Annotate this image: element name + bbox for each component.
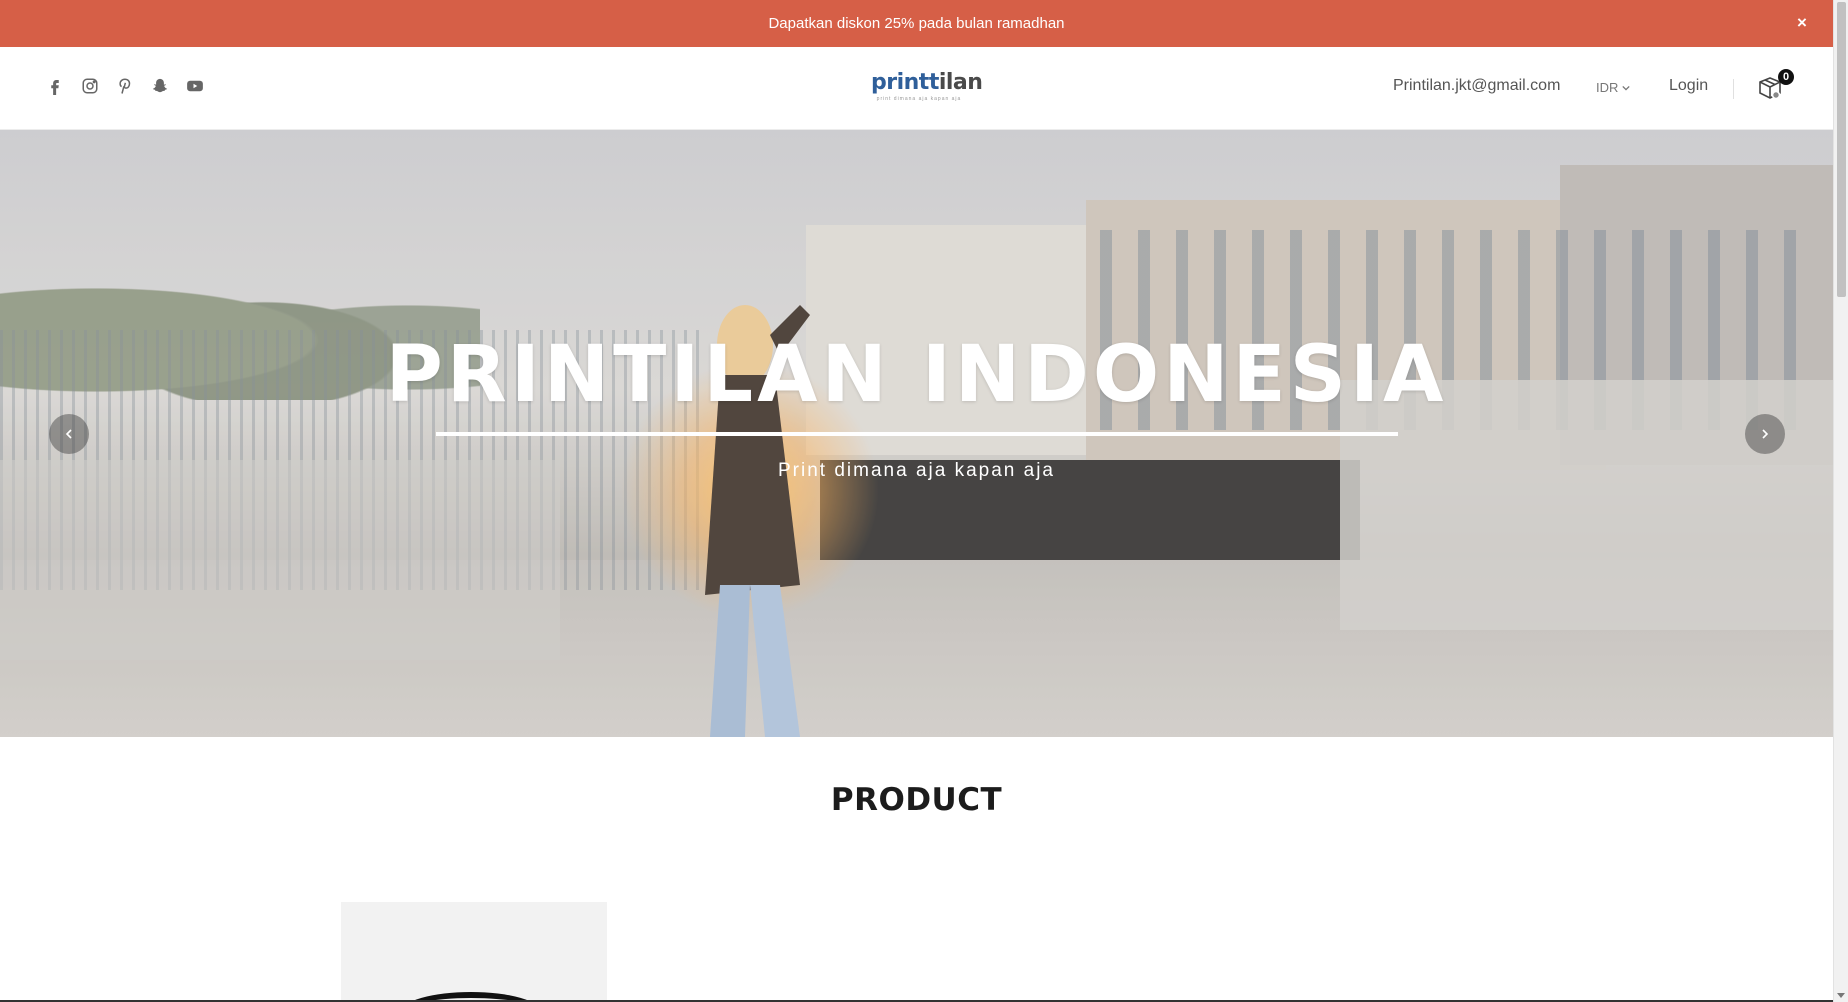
slider-next-button[interactable] — [1745, 414, 1785, 454]
currency-value: IDR — [1596, 80, 1619, 95]
hero-subtitle: Print dimana aja kapan aja — [778, 460, 1055, 481]
chevron-left-icon — [65, 429, 72, 439]
announcement-text: Dapatkan diskon 25% pada bulan ramadhan — [768, 15, 1065, 32]
contact-email-link[interactable]: Printilan.jkt@gmail.com — [1393, 77, 1560, 95]
close-icon[interactable]: × — [1791, 12, 1813, 34]
chevron-down-icon — [1622, 80, 1631, 95]
site-header: printtilan print dimana aja kapan aja Pr… — [0, 47, 1833, 130]
scrollbar-thumb[interactable] — [1837, 2, 1846, 297]
product-card[interactable] — [341, 902, 607, 1002]
scroll-down-arrow-icon[interactable] — [1837, 993, 1845, 998]
hero-title: PRINTILAN INDONESIA — [385, 330, 1448, 420]
cart-button[interactable]: 0 — [1757, 69, 1794, 103]
nav-divider — [1733, 79, 1734, 99]
hero-divider — [436, 432, 1398, 436]
header-right-nav: Printilan.jkt@gmail.com IDR Login 0 — [0, 47, 1833, 130]
slider-prev-button[interactable] — [49, 414, 89, 454]
hero-slider: PRINTILAN INDONESIA Print dimana aja kap… — [0, 130, 1833, 737]
page-scrollbar[interactable] — [1833, 0, 1848, 1002]
product-section-title: PRODUCT — [830, 782, 1003, 818]
login-link[interactable]: Login — [1669, 77, 1708, 95]
currency-selector[interactable]: IDR — [1596, 80, 1631, 95]
chevron-right-icon — [1762, 429, 1769, 439]
announcement-bar: Dapatkan diskon 25% pada bulan ramadhan … — [0, 0, 1833, 47]
cart-count-badge: 0 — [1778, 69, 1794, 85]
